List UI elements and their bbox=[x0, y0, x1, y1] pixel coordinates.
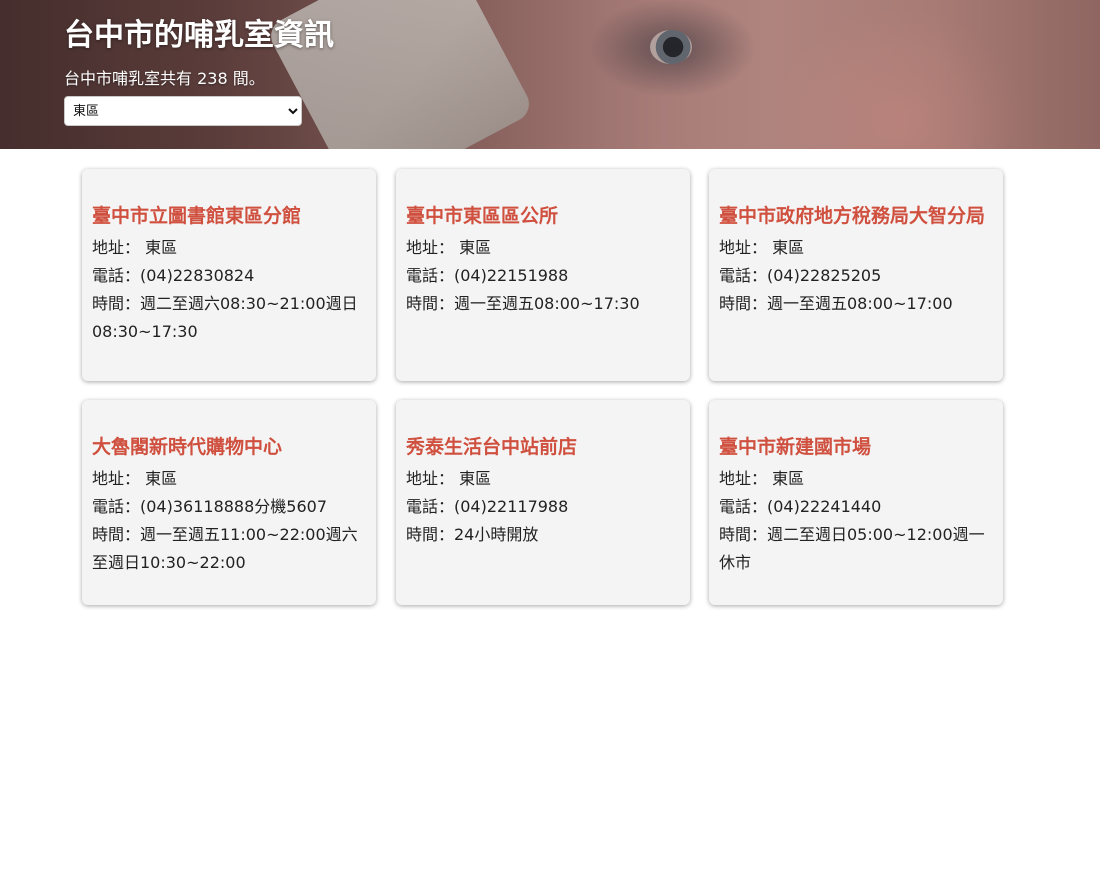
nursing-room-card: 秀泰生活台中站前店 地址： 東區 電話：(04)22117988 時間：24小時… bbox=[396, 400, 690, 605]
card-hours: 時間：24小時開放 bbox=[406, 525, 539, 544]
header-content: 台中市的哺乳室資訊 台中市哺乳室共有 238 間。 東區 bbox=[64, 16, 334, 126]
nursing-room-card: 臺中市立圖書館東區分館 地址： 東區 電話：(04)22830824 時間：週二… bbox=[82, 169, 376, 381]
card-phone: 電話：(04)22825205 bbox=[719, 266, 882, 285]
room-count-text: 台中市哺乳室共有 238 間。 bbox=[64, 69, 265, 88]
header-banner: 台中市的哺乳室資訊 台中市哺乳室共有 238 間。 東區 bbox=[0, 0, 1100, 149]
card-address: 地址： 東區 bbox=[719, 238, 805, 257]
card-hours: 時間：週二至週日05:00~12:00週一休市 bbox=[719, 525, 985, 572]
card-address: 地址： 東區 bbox=[406, 469, 492, 488]
card-name: 秀泰生活台中站前店 bbox=[406, 436, 578, 458]
nursing-room-card: 臺中市東區區公所 地址： 東區 電話：(04)22151988 時間：週一至週五… bbox=[396, 169, 690, 381]
card-phone: 電話：(04)22117988 bbox=[406, 497, 569, 516]
card-phone: 電話：(04)22241440 bbox=[719, 497, 882, 516]
card-name: 臺中市政府地方稅務局大智分局 bbox=[719, 205, 986, 227]
card-name: 臺中市東區區公所 bbox=[406, 205, 559, 227]
card-address: 地址： 東區 bbox=[406, 238, 492, 257]
card-hours: 時間：週一至週五11:00~22:00週六至週日10:30~22:00 bbox=[92, 525, 358, 572]
nursing-room-card: 臺中市政府地方稅務局大智分局 地址： 東區 電話：(04)22825205 時間… bbox=[709, 169, 1003, 381]
card-name: 大魯閣新時代購物中心 bbox=[92, 436, 283, 458]
card-name: 臺中市立圖書館東區分館 bbox=[92, 205, 302, 227]
card-phone: 電話：(04)22151988 bbox=[406, 266, 569, 285]
district-select[interactable]: 東區 bbox=[64, 96, 302, 126]
card-address: 地址： 東區 bbox=[92, 238, 178, 257]
card-address: 地址： 東區 bbox=[719, 469, 805, 488]
card-phone: 電話：(04)22830824 bbox=[92, 266, 255, 285]
card-hours: 時間：週一至週五08:00~17:30 bbox=[406, 294, 640, 313]
page-title: 台中市的哺乳室資訊 bbox=[64, 18, 334, 53]
card-hours: 時間：週一至週五08:00~17:00 bbox=[719, 294, 953, 313]
nursing-room-card: 臺中市新建國市場 地址： 東區 電話：(04)22241440 時間：週二至週日… bbox=[709, 400, 1003, 605]
card-phone: 電話：(04)36118888分機5607 bbox=[92, 497, 328, 516]
nursing-room-card: 大魯閣新時代購物中心 地址： 東區 電話：(04)36118888分機5607 … bbox=[82, 400, 376, 605]
card-address: 地址： 東區 bbox=[92, 469, 178, 488]
card-hours: 時間：週二至週六08:30~21:00週日08:30~17:30 bbox=[92, 294, 358, 341]
card-name: 臺中市新建國市場 bbox=[719, 436, 872, 458]
